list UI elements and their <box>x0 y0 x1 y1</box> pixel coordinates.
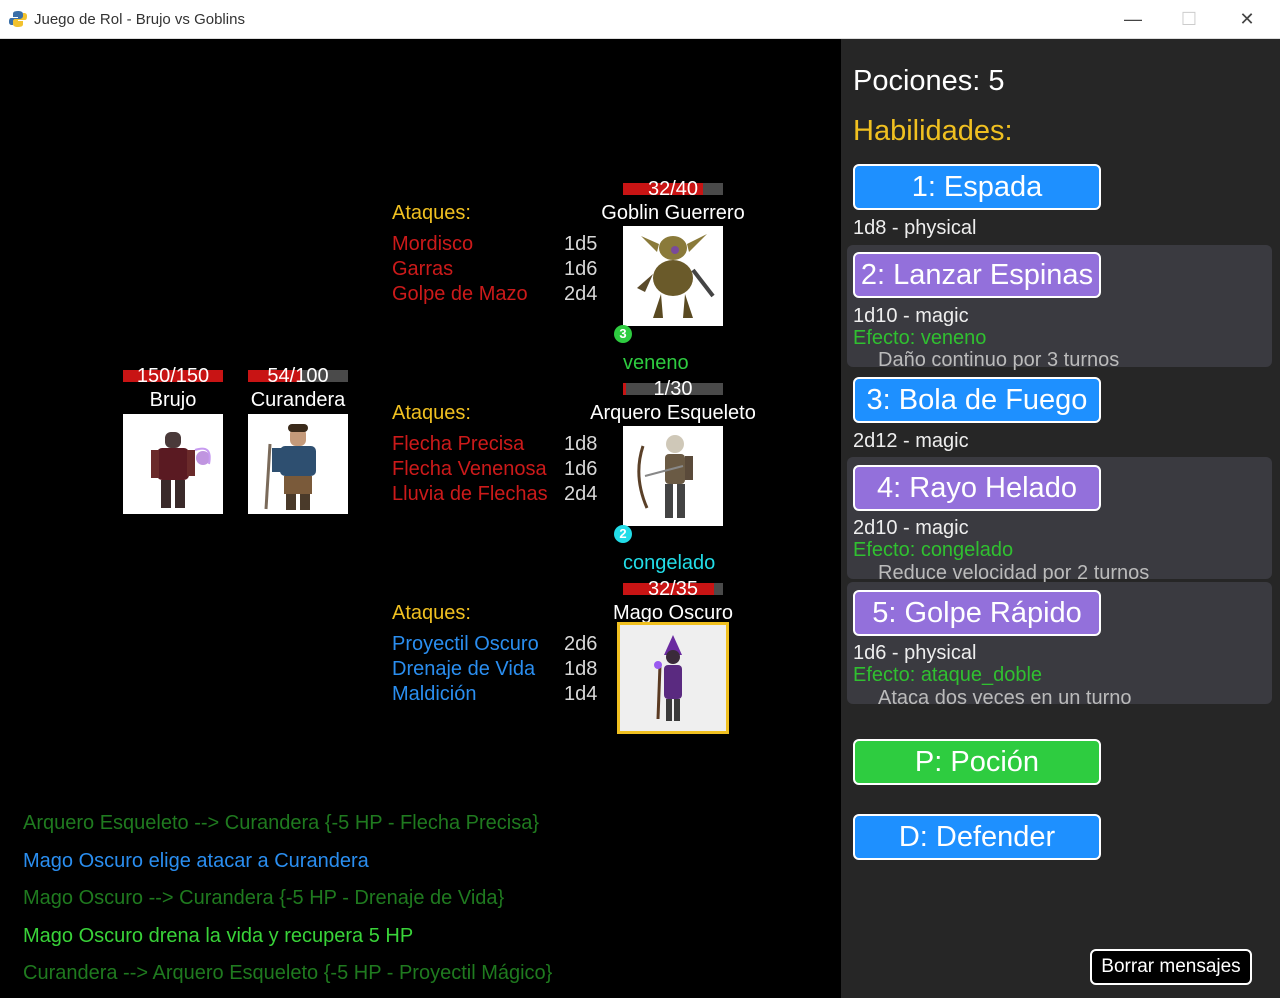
status-turns-badge: 3 <box>614 325 632 343</box>
log-line: Curandera --> Arquero Esqueleto {-5 HP -… <box>23 962 553 984</box>
hp-bar-brujo: 150/150 <box>123 365 223 387</box>
hp-text: 32/35 <box>647 578 699 600</box>
enemy-name-goblin-guerrero: Goblin Guerrero <box>601 202 745 224</box>
skill-description: Ataca dos veces en un turno <box>878 687 1132 709</box>
enemy-name-arquero-esqueleto: Arquero Esqueleto <box>590 402 756 424</box>
clear-messages-button[interactable]: Borrar mensajes <box>1090 949 1252 985</box>
attack-name: Flecha Venenosa <box>392 458 547 480</box>
attack-name: Garras <box>392 258 454 280</box>
hp-bar-goblin-guerrero: 32/40 <box>623 178 723 200</box>
skill-meta: 1d8 - physical <box>853 217 977 239</box>
hp-bar-arquero-esqueleto: 1/30 <box>623 378 723 400</box>
skill-button-golpe-rapido[interactable]: 5: Golpe Rápido <box>853 590 1101 636</box>
warlock-figure-icon <box>151 432 211 508</box>
skill-button-lanzar-espinas[interactable]: 2: Lanzar Espinas <box>853 252 1101 298</box>
attack-name: Golpe de Mazo <box>392 283 528 305</box>
skeleton-archer-icon <box>637 435 693 518</box>
attack-dice: 1d5 <box>564 233 598 255</box>
skill-effect: Efecto: veneno <box>853 327 987 349</box>
attack-dice: 2d6 <box>564 633 598 655</box>
attack-name: Flecha Precisa <box>392 433 525 455</box>
skill-button-rayo-helado[interactable]: 4: Rayo Helado <box>853 465 1101 511</box>
mago-oscuro-portrait-selected[interactable] <box>617 622 729 734</box>
attack-name: Mordisco <box>392 233 474 255</box>
window-titlebar: Juego de Rol - Brujo vs Goblins — ☐ ✕ <box>0 0 1280 39</box>
close-button[interactable]: ✕ <box>1218 0 1276 38</box>
attack-dice: 1d8 <box>564 658 598 680</box>
attack-name: Maldición <box>392 683 477 705</box>
potion-button[interactable]: P: Poción <box>853 739 1101 785</box>
attack-name: Proyectil Oscuro <box>392 633 539 655</box>
attacks-title: Ataques: <box>392 202 471 224</box>
brujo-portrait[interactable] <box>123 414 223 514</box>
attack-dice: 2d4 <box>564 283 598 305</box>
hp-text: 150/150 <box>136 365 210 387</box>
status-label: veneno <box>623 352 689 374</box>
skill-effect: Efecto: congelado <box>853 539 1014 561</box>
defend-button[interactable]: D: Defender <box>853 814 1101 860</box>
attack-name: Drenaje de Vida <box>392 658 536 680</box>
attack-dice: 1d4 <box>564 683 598 705</box>
log-line: Mago Oscuro drena la vida y recupera 5 H… <box>23 925 414 947</box>
window-title: Juego de Rol - Brujo vs Goblins <box>34 11 245 28</box>
log-line: Arquero Esqueleto --> Curandera {-5 HP -… <box>23 812 540 834</box>
curandera-portrait[interactable] <box>248 414 348 514</box>
party-name-curandera: Curandera <box>250 389 346 411</box>
skill-button-espada[interactable]: 1: Espada <box>853 164 1101 210</box>
attacks-title: Ataques: <box>392 602 471 624</box>
skills-title: Habilidades: <box>853 115 1013 147</box>
battle-area: 150/150 Brujo 54/100 Curandera 32/40 Gob… <box>0 39 841 998</box>
hp-text: 32/40 <box>647 178 699 200</box>
hp-text: 54/100 <box>267 365 329 387</box>
maximize-button[interactable]: ☐ <box>1160 0 1218 38</box>
skill-meta: 1d6 - physical <box>853 642 977 664</box>
attack-dice: 2d4 <box>564 483 598 505</box>
arquero-esqueleto-portrait[interactable] <box>623 426 723 526</box>
hp-text: 1/30 <box>653 378 693 400</box>
attack-name: Lluvia de Flechas <box>392 483 548 505</box>
goblin-guerrero-portrait[interactable] <box>623 226 723 326</box>
healer-figure-icon <box>264 424 316 510</box>
skill-button-bola-de-fuego[interactable]: 3: Bola de Fuego <box>853 377 1101 423</box>
attack-dice: 1d6 <box>564 458 598 480</box>
skill-meta: 1d10 - magic <box>853 305 969 327</box>
potions-count: Pociones: 5 <box>853 65 1005 97</box>
side-panel: Pociones: 5 Habilidades: 1: Espada 1d8 -… <box>841 39 1280 998</box>
skill-meta: 2d12 - magic <box>853 430 969 452</box>
log-line: Mago Oscuro --> Curandera {-5 HP - Drena… <box>23 887 505 909</box>
status-turns-badge: 2 <box>614 525 632 543</box>
attack-dice: 1d6 <box>564 258 598 280</box>
status-label: congelado <box>623 552 716 574</box>
skill-effect: Efecto: ataque_doble <box>853 664 1043 686</box>
party-name-brujo: Brujo <box>149 389 197 411</box>
hp-bar-curandera: 54/100 <box>248 365 348 387</box>
attacks-title: Ataques: <box>392 402 471 424</box>
skill-meta: 2d10 - magic <box>853 517 969 539</box>
attack-dice: 1d8 <box>564 433 598 455</box>
log-line: Mago Oscuro elige atacar a Curandera <box>23 850 369 872</box>
goblin-figure-icon <box>637 234 715 318</box>
dark-mage-icon <box>654 635 682 721</box>
python-app-icon <box>9 11 27 27</box>
hp-bar-mago-oscuro: 32/35 <box>623 578 723 600</box>
skill-description: Daño continuo por 3 turnos <box>878 349 1120 371</box>
minimize-button[interactable]: — <box>1104 0 1162 38</box>
